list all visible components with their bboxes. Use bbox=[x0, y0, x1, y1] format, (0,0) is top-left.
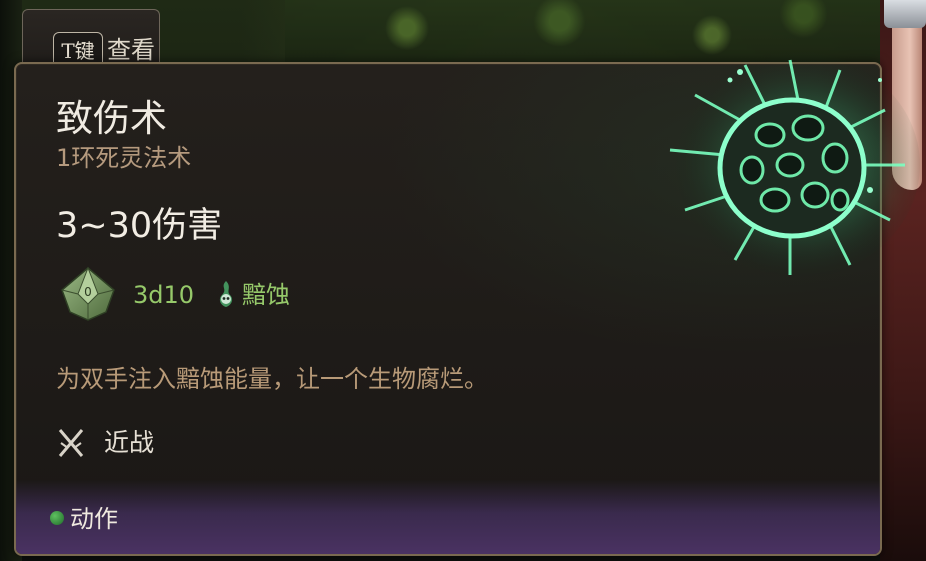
background-bracelet bbox=[884, 0, 926, 28]
spell-range: 近战 bbox=[104, 428, 155, 457]
spell-description: 为双手注入黯蚀能量，让一个生物腐烂。 bbox=[56, 365, 488, 393]
spell-dice: 3d10 bbox=[133, 281, 195, 309]
inflict-wounds-spell-icon bbox=[660, 50, 920, 280]
spell-name: 致伤术 bbox=[56, 97, 167, 140]
action-dot-icon bbox=[50, 511, 64, 525]
spell-cost: 动作 bbox=[70, 505, 118, 533]
necrotic-skull-icon bbox=[219, 281, 233, 307]
svg-text:0: 0 bbox=[84, 285, 92, 299]
tooltip-footer bbox=[16, 480, 880, 554]
spell-damage-range: 3~30伤害 bbox=[56, 206, 223, 246]
spell-damage-type: 黯蚀 bbox=[242, 281, 290, 309]
inspect-hotkey-tab[interactable]: T键 查看 bbox=[22, 9, 160, 70]
crossed-swords-icon bbox=[58, 429, 84, 457]
spell-level-school: 1环死灵法术 bbox=[56, 144, 192, 172]
d10-die-icon: 0 bbox=[61, 266, 115, 321]
